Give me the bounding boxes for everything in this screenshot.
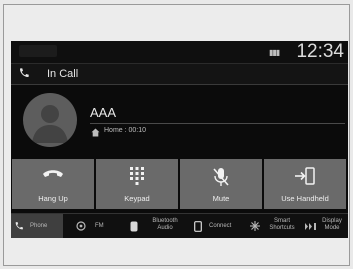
handheld-icon [295, 167, 315, 185]
source-phone[interactable]: Phone [11, 214, 63, 238]
source-fm-label: FM [95, 223, 104, 229]
use-handheld-label: Use Handheld [281, 194, 329, 203]
bluetooth-icon [130, 221, 138, 232]
display-mode-icon [305, 223, 316, 230]
connect-icon [194, 221, 202, 232]
phone-icon [19, 68, 29, 78]
keypad-label: Keypad [124, 194, 150, 203]
call-header: In Call [11, 64, 348, 85]
source-bluetooth-label: Bluetooth [152, 218, 178, 224]
contact-name: AAA [90, 105, 117, 120]
page-frame: ▮▮▮ 12:34 In Call AAA Home : 00:10 Hang … [3, 4, 350, 266]
clock: 12:34 [296, 41, 344, 62]
head-unit-screen: ▮▮▮ 12:34 In Call AAA Home : 00:10 Hang … [11, 41, 348, 238]
hang-up-button[interactable]: Hang Up [12, 159, 94, 209]
source-bar: Phone FM Bluetooth Audio Connect Smart S… [11, 213, 348, 238]
keypad-icon [130, 167, 144, 185]
signal-icon: ▮▮▮ [269, 48, 280, 57]
source-smart-label: Smart [273, 218, 290, 224]
radio-icon [76, 221, 86, 231]
shortcuts-icon [250, 221, 260, 231]
status-bar: ▮▮▮ 12:34 [11, 41, 348, 64]
call-detail: Home : 00:10 [104, 127, 147, 134]
mute-icon [213, 168, 229, 186]
home-tab[interactable] [19, 45, 57, 57]
source-display-label: Display [322, 218, 342, 224]
source-bluetooth-audio[interactable]: Bluetooth Audio [119, 214, 187, 238]
source-mode-label: Mode [324, 225, 340, 231]
source-connect-label: Connect [209, 223, 232, 229]
source-phone-label: Phone [30, 223, 48, 229]
source-smart-shortcuts[interactable]: Smart Shortcuts [247, 214, 301, 238]
source-connect[interactable]: Connect [189, 214, 245, 238]
phone-icon [15, 222, 23, 230]
use-handheld-button[interactable]: Use Handheld [264, 159, 346, 209]
keypad-button[interactable]: Keypad [96, 159, 178, 209]
mute-button[interactable]: Mute [180, 159, 262, 209]
hang-up-icon [43, 170, 63, 177]
page-title: In Call [47, 68, 79, 80]
mute-label: Mute [212, 194, 230, 203]
avatar [23, 93, 77, 147]
hang-up-label: Hang Up [38, 194, 68, 203]
source-display-mode[interactable]: Display Mode [303, 214, 348, 238]
source-shortcuts-label: Shortcuts [269, 225, 295, 231]
source-fm[interactable]: FM [65, 214, 117, 238]
divider [90, 123, 345, 124]
home-icon [91, 128, 100, 137]
person-icon [32, 105, 68, 143]
source-audio-label: Audio [157, 225, 173, 231]
